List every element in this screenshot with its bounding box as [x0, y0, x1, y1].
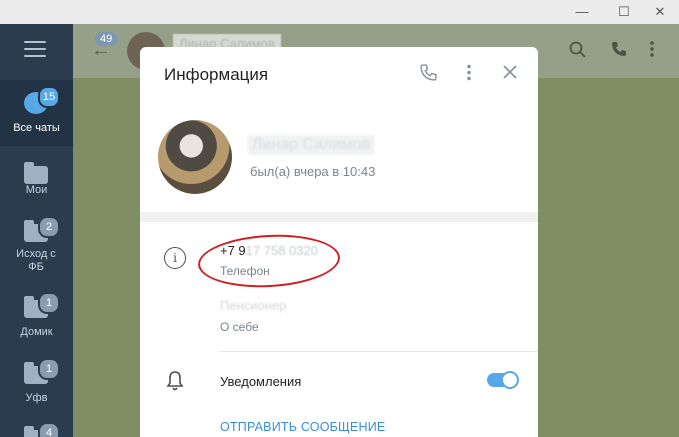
folder-all-chats[interactable]: 15 Все чаты: [0, 80, 73, 146]
folder-label: Исход с ФБ: [16, 248, 56, 273]
toggle-knob: [501, 371, 519, 389]
unread-count-badge: 49: [95, 32, 118, 46]
folder-ufv[interactable]: 1 Уфв: [0, 352, 73, 418]
folder-label: Уфв: [25, 392, 48, 404]
unread-badge: 15: [38, 86, 60, 108]
more-vert-icon[interactable]: [466, 64, 472, 86]
section-divider: [140, 212, 538, 222]
divider-line: [220, 351, 538, 352]
info-icon: i: [164, 247, 186, 269]
modal-title: Информация: [164, 65, 269, 84]
search-icon[interactable]: [569, 41, 586, 63]
more-vert-icon[interactable]: [649, 41, 655, 62]
unread-badge: 2: [38, 216, 60, 238]
profile-avatar[interactable]: [158, 120, 232, 194]
folder-mine[interactable]: Мои: [0, 152, 73, 218]
folder-label: Мои: [25, 184, 48, 196]
notifications-label: Уведомления: [220, 374, 302, 389]
window-titlebar: — ☐ ✕: [0, 0, 679, 24]
folder-label: Домик: [20, 326, 53, 338]
folder-fb-exodus[interactable]: 2 Исход с ФБ: [0, 210, 73, 276]
maximize-button[interactable]: ☐: [614, 3, 634, 21]
unread-badge: 4: [38, 422, 60, 437]
bio-label: О себе: [220, 320, 259, 334]
send-message-button[interactable]: ОТПРАВИТЬ СООБЩЕНИЕ: [220, 420, 385, 434]
phone-icon[interactable]: [420, 64, 437, 86]
profile-name: Линар Салимов: [248, 135, 374, 155]
folder-more[interactable]: 4: [0, 416, 73, 437]
annotation-circle: [196, 231, 342, 291]
minimize-button[interactable]: —: [572, 3, 592, 21]
close-icon[interactable]: [502, 64, 518, 85]
unread-badge: 1: [38, 358, 60, 380]
unread-badge: 1: [38, 292, 60, 314]
close-window-button[interactable]: ✕: [650, 3, 670, 21]
hamburger-icon[interactable]: [24, 41, 46, 59]
bio-text[interactable]: Пенсионер: [220, 298, 286, 313]
notifications-toggle[interactable]: [487, 371, 519, 389]
folder-home[interactable]: 1 Домик: [0, 286, 73, 352]
folder-icon: [24, 162, 48, 184]
last-seen-status: был(а) вчера в 10:43: [250, 164, 376, 179]
folder-label: Все чаты: [13, 122, 60, 134]
folder-sidebar: 15 Все чаты Мои 2 Исход с ФБ 1 Домик 1 У…: [0, 24, 73, 437]
profile-info-modal: Информация Линар Салимов был(а) вчера в …: [140, 47, 538, 437]
phone-icon[interactable]: [611, 41, 627, 62]
bell-icon: [166, 370, 184, 392]
